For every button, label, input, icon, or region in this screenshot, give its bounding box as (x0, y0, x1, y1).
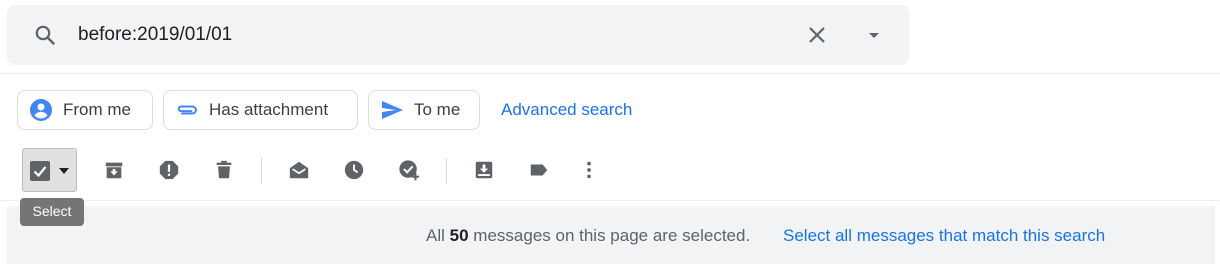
move-to-inbox-icon (475, 161, 493, 179)
chip-label: From me (63, 100, 131, 119)
toolbar-divider (446, 158, 447, 184)
chip-from-me[interactable]: From me (17, 90, 153, 130)
labels-button[interactable] (519, 150, 559, 190)
delete-button[interactable] (204, 150, 244, 190)
select-checkbox-button[interactable] (22, 148, 77, 192)
snooze-button[interactable] (334, 150, 374, 190)
selection-banner: All 50 messages on this page are selecte… (7, 206, 1215, 264)
move-to-button[interactable] (464, 150, 504, 190)
mark-as-read-button[interactable] (279, 150, 319, 190)
gmail-search-screen: before:2019/01/01 From me Has attachment… (0, 0, 1220, 266)
search-input[interactable]: before:2019/01/01 (78, 23, 232, 47)
toolbar-divider (261, 158, 262, 184)
open-envelope-icon (289, 161, 309, 179)
select-tooltip: Select (20, 198, 84, 226)
chip-label: To me (414, 100, 461, 119)
add-task-icon (399, 160, 420, 181)
paperclip-icon (177, 105, 197, 115)
header-divider (0, 73, 1220, 74)
archive-button[interactable] (94, 150, 134, 190)
add-to-tasks-button[interactable] (389, 150, 429, 190)
chip-label: Has attachment (209, 100, 329, 119)
close-icon[interactable] (805, 23, 829, 47)
selection-suffix: messages on this page are selected. (473, 226, 751, 245)
label-icon (530, 164, 548, 176)
send-icon (382, 101, 403, 119)
selection-message: All 50 messages on this page are selecte… (426, 225, 750, 247)
toolbar-divider-line (0, 200, 1220, 201)
select-all-matching-link[interactable]: Select all messages that match this sear… (783, 225, 1105, 247)
account-circle-icon (30, 99, 52, 121)
checkbox-checked-icon[interactable] (30, 161, 50, 181)
more-vert-icon (587, 161, 591, 179)
advanced-search-link[interactable]: Advanced search (501, 99, 632, 121)
report-spam-button[interactable] (149, 150, 189, 190)
chip-has-attachment[interactable]: Has attachment (163, 90, 358, 130)
search-bar[interactable]: before:2019/01/01 (7, 5, 909, 65)
selection-prefix: All (426, 226, 445, 245)
archive-icon (105, 162, 123, 179)
report-spam-icon (159, 160, 179, 180)
caret-down-icon[interactable] (58, 166, 70, 176)
search-icon[interactable] (33, 23, 57, 47)
chip-to-me[interactable]: To me (368, 90, 480, 130)
selection-count: 50 (449, 226, 469, 245)
clock-icon (344, 160, 364, 180)
trash-icon (216, 160, 232, 179)
more-button[interactable] (569, 150, 609, 190)
caret-down-icon[interactable] (862, 23, 886, 47)
